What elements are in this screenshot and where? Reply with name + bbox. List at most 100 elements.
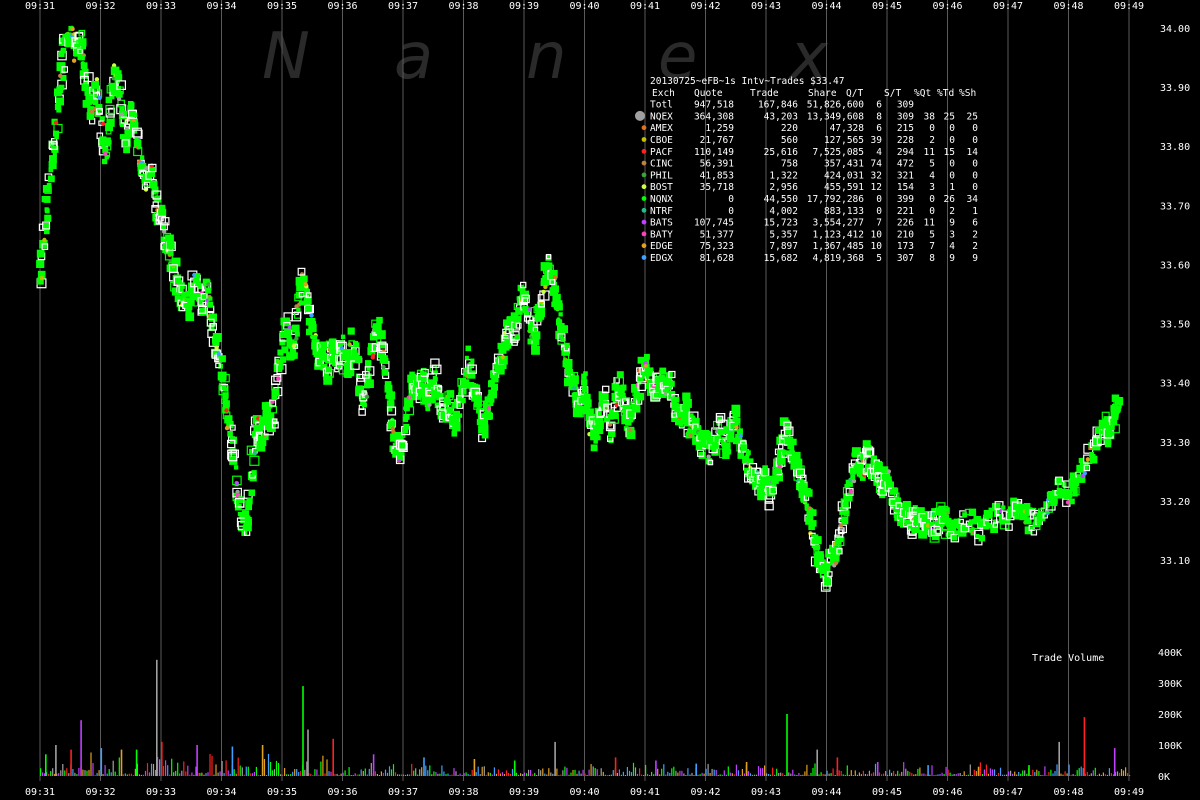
volume-bar <box>981 774 983 776</box>
volume-bar <box>336 773 338 776</box>
legend-cell-share: 47,328 <box>830 123 865 134</box>
volume-bar <box>735 764 737 776</box>
trade-marker <box>488 389 497 399</box>
watermark-letter: a <box>394 20 433 94</box>
volume-bar <box>808 774 810 776</box>
x-tick-label-top: 09:42 <box>690 1 720 12</box>
trade-marker <box>464 355 469 360</box>
x-tick-label-top: 09:37 <box>388 1 418 12</box>
legend-cell-pqt: 0 <box>929 194 935 205</box>
volume-bar <box>154 769 157 776</box>
volume-bar <box>766 773 768 776</box>
volume-bar <box>868 770 870 776</box>
trade-marker <box>532 331 541 340</box>
volume-bar <box>110 772 112 776</box>
legend-cell-st: 228 <box>897 135 914 146</box>
volume-bar <box>449 775 451 776</box>
legend-cell-pqt: 0 <box>929 123 935 134</box>
volume-bar <box>1002 774 1004 776</box>
volume-bar <box>211 756 213 776</box>
volume-bar <box>534 772 536 776</box>
volume-bar <box>628 770 631 776</box>
trade-marker <box>388 399 394 405</box>
volume-bar <box>152 763 155 776</box>
trade-marker <box>594 407 602 416</box>
volume-bar <box>124 773 126 776</box>
trade-marker <box>590 444 598 452</box>
volume-bar <box>247 766 249 776</box>
volume-bar <box>1094 767 1096 776</box>
volume-bar <box>586 775 588 776</box>
legend-cell-ptd: 1 <box>949 182 955 193</box>
exchange-dot <box>390 426 395 431</box>
volume-bar <box>566 767 568 776</box>
volume-bar <box>263 758 266 776</box>
volume-bar <box>590 764 592 776</box>
x-tick-label-bottom: 09:32 <box>85 787 115 798</box>
volume-spike <box>307 729 309 776</box>
trade-marker <box>245 515 251 521</box>
volume-bar <box>392 764 395 776</box>
trade-marker <box>848 481 853 486</box>
volume-bar <box>1022 770 1024 776</box>
volume-bar <box>699 774 701 776</box>
volume-spike <box>423 757 425 776</box>
volume-bar <box>1122 770 1125 776</box>
volume-bar <box>479 774 481 776</box>
volume-spike <box>695 763 697 776</box>
volume-bar <box>96 772 98 776</box>
volume-bar <box>673 766 675 776</box>
volume-bar <box>342 772 344 776</box>
volume-bar <box>386 772 389 776</box>
trade-marker <box>81 44 86 50</box>
volume-bar <box>669 773 671 776</box>
volume-bar <box>663 764 665 776</box>
volume-bar <box>278 763 280 776</box>
volume-bar <box>530 769 532 776</box>
trade-marker <box>999 513 1004 519</box>
legend-cell-pqt: 7 <box>929 241 935 252</box>
volume-bar <box>225 760 227 776</box>
volume-bar <box>130 773 132 776</box>
volume-bar <box>1068 764 1070 776</box>
volume-bar <box>536 775 538 776</box>
volume-bar <box>453 768 455 776</box>
trade-marker <box>554 305 559 311</box>
trade-marker <box>711 442 718 449</box>
volume-bar <box>1014 771 1016 776</box>
trade-marker <box>815 544 821 550</box>
trade-chart: Nanex 09:3109:3109:3209:3209:3309:3309:3… <box>0 0 1200 800</box>
volume-bar <box>881 774 883 776</box>
volume-bar <box>622 771 624 776</box>
volume-bar <box>284 768 286 776</box>
volume-bar <box>1020 773 1022 776</box>
volume-bar <box>1108 768 1110 776</box>
volume-bar <box>864 774 866 776</box>
trade-marker <box>36 259 45 268</box>
volume-bar <box>677 772 679 776</box>
volume-bar <box>806 764 808 776</box>
legend-cell-exch: EDGX <box>650 253 673 264</box>
volume-bar <box>739 774 741 776</box>
volume-bar <box>511 768 514 776</box>
volume-bar <box>1004 774 1006 776</box>
exchange-dot <box>89 109 94 114</box>
volume-bar <box>812 767 814 776</box>
volume-bar <box>257 775 259 776</box>
trade-marker <box>375 323 381 329</box>
x-tick-label-top: 09:45 <box>872 1 902 12</box>
volume-bar <box>1120 769 1123 776</box>
legend-cell-st: 173 <box>897 241 914 252</box>
legend-cell-psh: 0 <box>972 135 978 146</box>
trade-marker <box>337 340 344 347</box>
trade-marker <box>208 296 213 301</box>
volume-bar <box>955 774 957 776</box>
exchange-dot <box>486 406 492 411</box>
volume-bar <box>518 774 520 776</box>
volume-bar <box>491 774 493 776</box>
trade-marker <box>558 312 563 317</box>
volume-bar <box>62 764 64 776</box>
trade-marker <box>208 313 217 322</box>
x-tick-label-bottom: 09:31 <box>25 787 55 798</box>
volume-bar <box>483 766 485 776</box>
